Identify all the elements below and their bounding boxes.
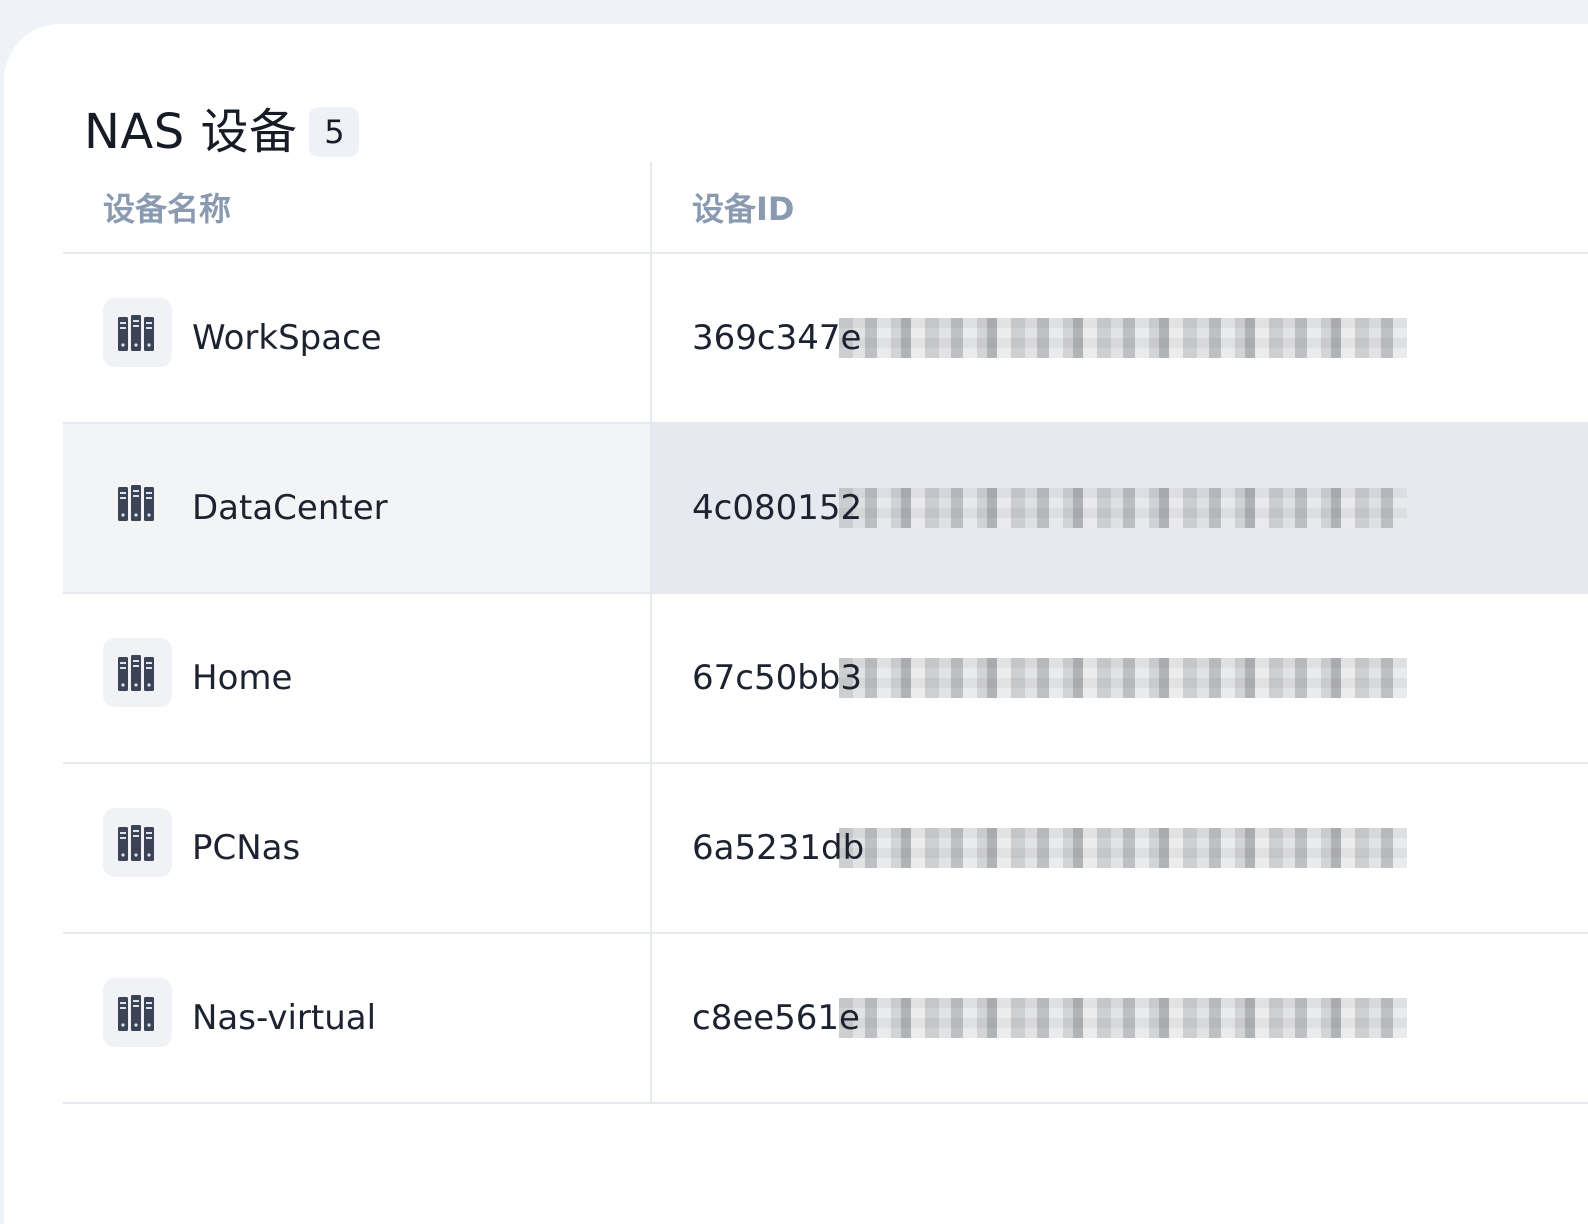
device-name: PCNas [192, 828, 301, 868]
page-header: NAS 设备 5 [84, 102, 360, 162]
device-id: 369c347e [692, 318, 862, 358]
device-name: Home [192, 658, 293, 698]
redacted-id-mask [839, 488, 1425, 528]
device-id: 4c080152 [692, 488, 863, 528]
table-row[interactable]: PCNas 6a5231db [63, 764, 1588, 934]
device-count-badge: 5 [309, 107, 360, 157]
page-title: NAS 设备 [84, 104, 298, 160]
server-rack-icon [103, 978, 172, 1047]
table-row[interactable]: Home 67c50bb3 [63, 594, 1588, 764]
device-id: c8ee561e [692, 998, 860, 1038]
device-name: DataCenter [192, 488, 388, 528]
table-row[interactable]: DataCenter 4c080152 [63, 424, 1588, 594]
device-id: 6a5231db [692, 828, 865, 868]
device-id: 67c50bb3 [692, 658, 863, 698]
redacted-id-mask [839, 998, 1425, 1038]
server-rack-icon [103, 808, 172, 877]
redacted-id-mask [839, 658, 1425, 698]
server-rack-icon [103, 638, 172, 707]
table-header: 设备名称 设备ID [63, 162, 1588, 254]
device-name: Nas-virtual [192, 998, 377, 1038]
column-header-device-id[interactable]: 设备ID [692, 162, 794, 252]
table-row[interactable]: WorkSpace 369c347e [63, 254, 1588, 424]
devices-table: 设备名称 设备ID WorkSpace 369c347e DataCenter … [63, 162, 1588, 1104]
server-rack-icon [103, 468, 172, 537]
device-name: WorkSpace [192, 318, 382, 358]
server-rack-icon [103, 298, 172, 367]
redacted-id-mask [839, 828, 1425, 868]
table-row[interactable]: Nas-virtual c8ee561e [63, 934, 1588, 1104]
column-header-device-name[interactable]: 设备名称 [103, 162, 231, 252]
column-divider [650, 162, 652, 1102]
redacted-id-mask [839, 318, 1425, 358]
